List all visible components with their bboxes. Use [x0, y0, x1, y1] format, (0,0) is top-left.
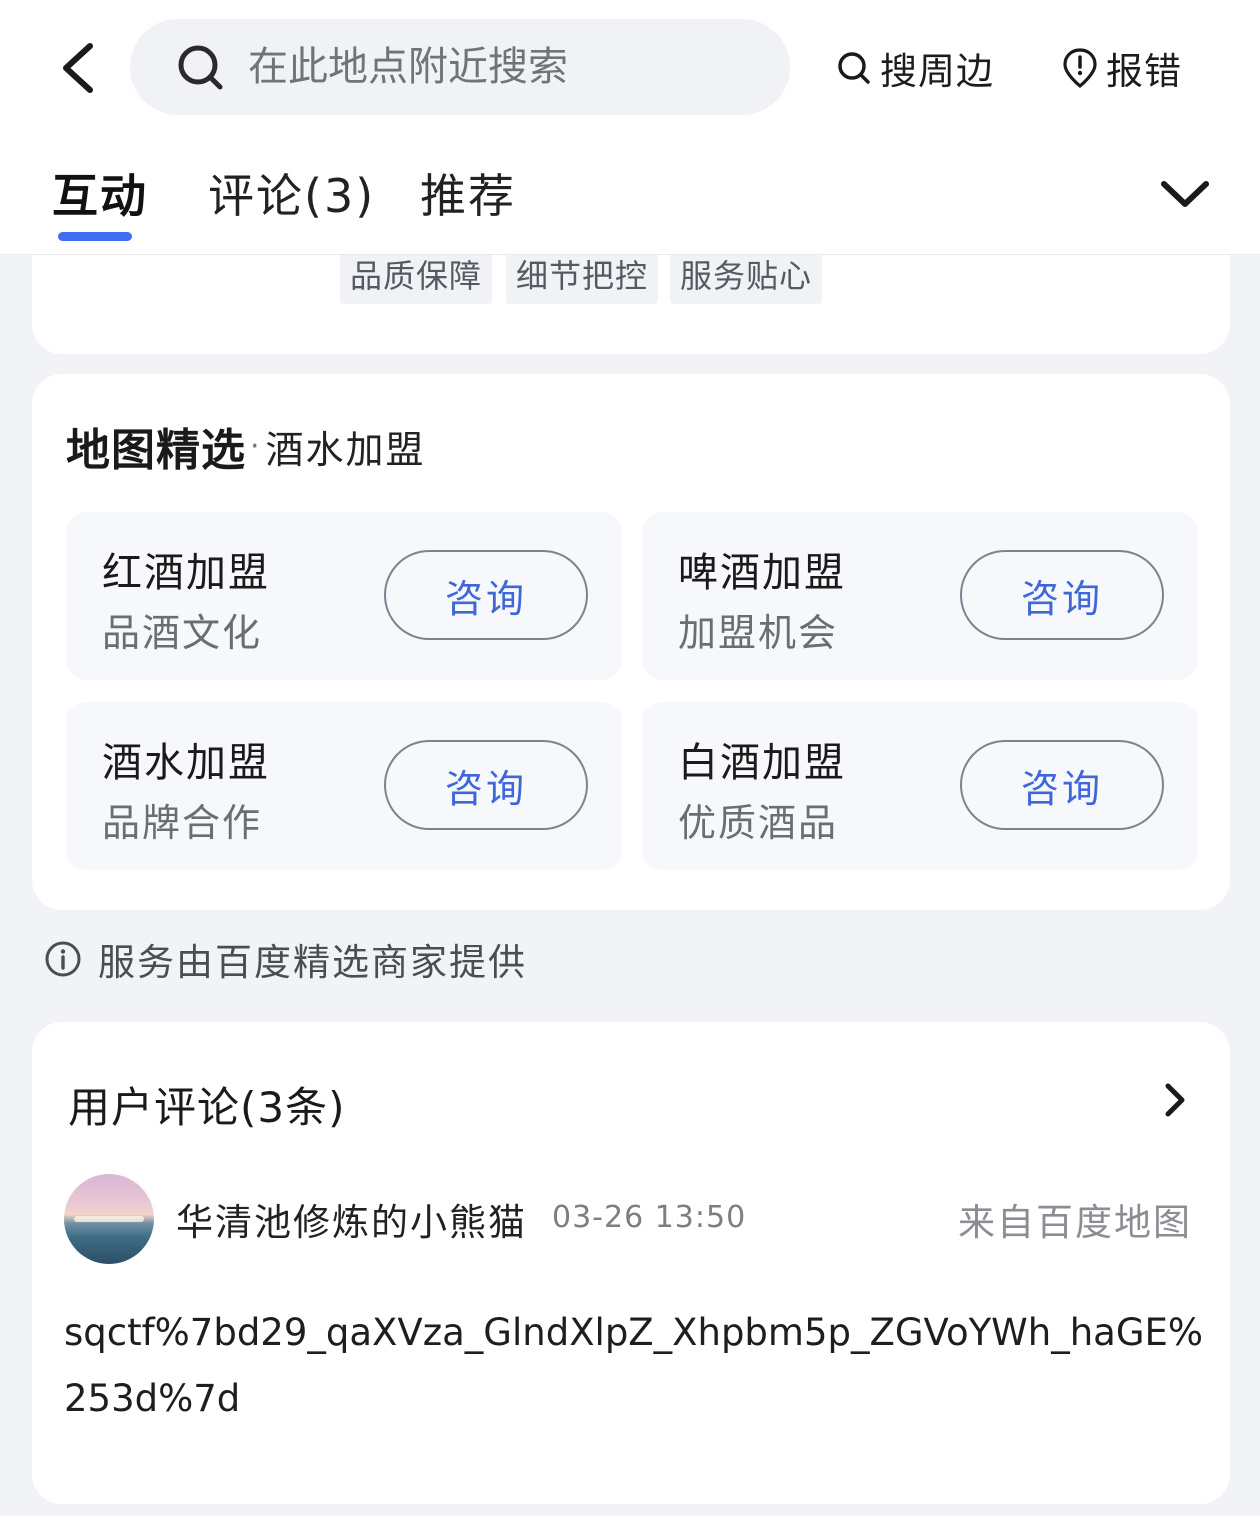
- offer-card[interactable]: 红酒加盟 品酒文化 咨询: [66, 512, 622, 680]
- map-selection-card: 地图精选 · 酒水加盟 红酒加盟 品酒文化 咨询 啤酒加盟 加盟机会 咨询 酒水…: [32, 374, 1230, 910]
- offer-title: 红酒加盟: [102, 550, 270, 596]
- comment-username[interactable]: 华清池修炼的小熊猫: [176, 1192, 527, 1246]
- selection-header: 地图精选 · 酒水加盟: [66, 418, 426, 476]
- offer-card[interactable]: 啤酒加盟 加盟机会 咨询: [642, 512, 1198, 680]
- offer-subtitle: 品酒文化: [102, 611, 263, 655]
- consult-button[interactable]: 咨询: [384, 740, 588, 830]
- offer-subtitle: 优质酒品: [678, 801, 839, 845]
- avatar[interactable]: [64, 1174, 154, 1264]
- comment-timestamp: 03-26 13:50: [552, 1200, 747, 1235]
- offer-card[interactable]: 酒水加盟 品牌合作 咨询: [66, 702, 622, 870]
- search-bar[interactable]: [130, 19, 790, 115]
- comments-title[interactable]: 用户评论(3条): [68, 1074, 346, 1135]
- tab-comments[interactable]: 评论(3): [208, 160, 375, 226]
- selection-brand: 地图精选: [66, 425, 246, 476]
- chevron-left-icon: [63, 43, 93, 93]
- consult-button[interactable]: 咨询: [960, 740, 1164, 830]
- separator: ·: [250, 428, 260, 464]
- search-input[interactable]: [248, 37, 768, 97]
- tab-interaction[interactable]: 互动: [52, 160, 148, 226]
- offer-title: 啤酒加盟: [678, 550, 846, 596]
- top-header: 搜周边 报错 互动 评论(3) 推荐: [0, 0, 1260, 255]
- search-icon: [838, 52, 870, 84]
- back-button[interactable]: [50, 38, 106, 98]
- report-error-button[interactable]: 报错: [1062, 40, 1182, 96]
- search-icon: [178, 45, 223, 90]
- chevron-down-icon[interactable]: [1158, 174, 1212, 214]
- report-error-label: 报错: [1106, 50, 1182, 93]
- feature-tag: 品质保障: [340, 248, 493, 304]
- chevron-right-icon[interactable]: [1160, 1080, 1190, 1120]
- feature-tag: 服务贴心: [670, 248, 823, 304]
- offer-card[interactable]: 白酒加盟 优质酒品 咨询: [642, 702, 1198, 870]
- provider-note-text: 服务由百度精选商家提供: [98, 941, 527, 984]
- comment-source: 来自百度地图: [958, 1201, 1192, 1244]
- consult-button[interactable]: 咨询: [384, 550, 588, 640]
- comment-text: sqctf%7bd29_qaXVza_GlndXlpZ_Xhpbm5p_ZGVo…: [64, 1311, 1204, 1420]
- tab-bar: 互动 评论(3) 推荐: [0, 160, 1260, 241]
- tab-recommend[interactable]: 推荐: [420, 160, 516, 226]
- nearby-search-button[interactable]: 搜周边: [836, 40, 994, 96]
- nearby-search-label: 搜周边: [880, 50, 994, 93]
- consult-button[interactable]: 咨询: [960, 550, 1164, 640]
- offer-title: 酒水加盟: [102, 740, 270, 786]
- offer-title: 白酒加盟: [678, 740, 846, 786]
- active-tab-indicator: [58, 232, 132, 241]
- provider-note: 服务由百度精选商家提供: [44, 932, 527, 986]
- user-comments-card: 用户评论(3条) 华清池修炼的小熊猫 03-26 13:50 来自百度地图 sq…: [32, 1022, 1230, 1504]
- offer-subtitle: 品牌合作: [102, 801, 263, 845]
- selection-category: 酒水加盟: [265, 427, 426, 472]
- info-icon: [45, 941, 81, 977]
- offer-subtitle: 加盟机会: [678, 611, 839, 655]
- feature-tag: 细节把控: [506, 248, 659, 304]
- location-alert-icon: [1063, 48, 1097, 89]
